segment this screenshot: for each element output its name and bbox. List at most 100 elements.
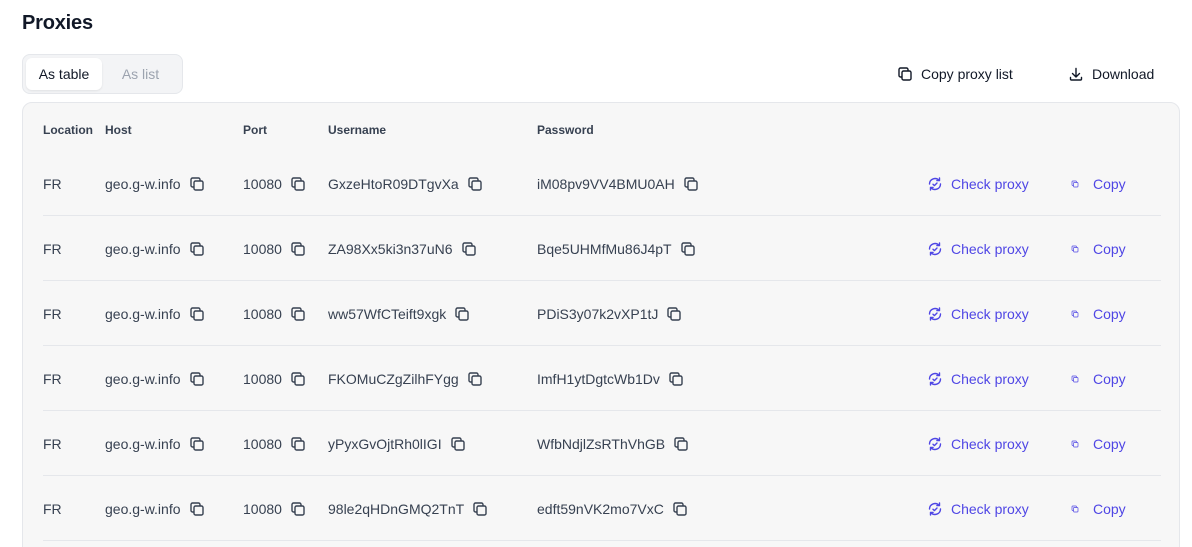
copy-label: Copy [1093,240,1126,257]
copy-host-icon[interactable] [189,241,205,257]
cell-port: 10080 [243,411,306,476]
username-value: 98le2qHDnGMQ2TnT [328,500,465,517]
cell-host: geo.g-w.info [105,411,205,476]
copy-username-icon[interactable] [467,176,483,192]
cell-host: geo.g-w.info [105,151,205,216]
copy-icon [1071,371,1087,387]
column-header-username: Username [328,123,387,137]
password-value: edft59nVK2mo7VxC [537,500,664,517]
copy-username-icon[interactable] [467,371,483,387]
copy-port-icon[interactable] [290,306,306,322]
refresh-check-icon [927,306,951,322]
check-proxy-button[interactable]: Check proxy [927,346,1029,411]
as-list-tab[interactable]: As list [102,58,179,90]
copy-password-icon[interactable] [673,436,689,452]
copy-username-icon[interactable] [461,241,477,257]
username-value: ZA98Xx5ki3n37uN6 [328,240,453,257]
refresh-check-icon [927,371,951,387]
copy-row-button[interactable]: Copy [1071,346,1126,411]
as-table-tab[interactable]: As table [26,58,102,90]
host-value: geo.g-w.info [105,500,181,517]
copy-password-icon[interactable] [672,501,688,517]
check-proxy-button[interactable]: Check proxy [927,151,1029,216]
page-title: Proxies [22,12,93,34]
copy-port-icon[interactable] [290,501,306,517]
refresh-check-icon [927,176,951,192]
copy-password-icon[interactable] [683,176,699,192]
cell-port: 10080 [243,151,306,216]
download-label: Download [1092,66,1155,82]
copy-host-icon[interactable] [189,436,205,452]
copy-label: Copy [1093,305,1126,322]
cell-username: yPyxGvOjtRh0lIGI [328,411,466,476]
username-value: ww57WfCTeift9xgk [328,305,447,322]
host-value: geo.g-w.info [105,305,181,322]
host-value: geo.g-w.info [105,435,181,452]
copy-icon [1071,176,1087,192]
port-value: 10080 [243,435,282,452]
table-row: FR geo.g-w.info 10080 FKOMuCZgZilhFYgg ImfH1… [43,346,1161,411]
password-value: Bqe5UHMfMu86J4pT [537,240,672,257]
copy-label: Copy [1093,435,1126,452]
copy-host-icon[interactable] [189,176,205,192]
cell-host: geo.g-w.info [105,281,205,346]
cell-location: FR [43,476,62,541]
refresh-check-icon [927,241,951,257]
copy-icon [1071,436,1087,452]
copy-port-icon[interactable] [290,371,306,387]
check-proxy-button[interactable]: Check proxy [927,411,1029,476]
password-value: iM08pv9VV4BMU0AH [537,175,675,192]
copy-username-icon[interactable] [450,436,466,452]
column-header-location: Location [43,123,93,137]
cell-port: 10080 [243,216,306,281]
copy-icon [1071,501,1087,517]
copy-row-button[interactable]: Copy [1071,216,1126,281]
cell-location: FR [43,216,62,281]
cell-username: ww57WfCTeift9xgk [328,281,470,346]
download-button[interactable]: Download [1068,64,1154,84]
cell-host: geo.g-w.info [105,346,205,411]
cell-location: FR [43,151,62,216]
cell-password: ImfH1ytDgtcWb1Dv [537,346,684,411]
check-proxy-label: Check proxy [951,500,1029,517]
copy-port-icon[interactable] [290,436,306,452]
copy-port-icon[interactable] [290,176,306,192]
copy-row-button[interactable]: Copy [1071,151,1126,216]
cell-password: iM08pv9VV4BMU0AH [537,151,699,216]
cell-password: Bqe5UHMfMu86J4pT [537,216,696,281]
copy-host-icon[interactable] [189,371,205,387]
cell-location: FR [43,281,62,346]
cell-username: 98le2qHDnGMQ2TnT [328,476,488,541]
copy-proxy-list-button[interactable]: Copy proxy list [897,64,1013,84]
cell-password: WfbNdjlZsRThVhGB [537,411,689,476]
location-value: FR [43,175,62,192]
refresh-check-icon [927,501,951,517]
copy-username-icon[interactable] [454,306,470,322]
check-proxy-label: Check proxy [951,240,1029,257]
copy-host-icon[interactable] [189,501,205,517]
cell-username: FKOMuCZgZilhFYgg [328,346,483,411]
table-row: FR geo.g-w.info 10080 GxzeHtoR09DTgvXa iM08p… [43,151,1161,216]
copy-host-icon[interactable] [189,306,205,322]
location-value: FR [43,305,62,322]
check-proxy-label: Check proxy [951,175,1029,192]
cell-port: 10080 [243,281,306,346]
copy-row-button[interactable]: Copy [1071,411,1126,476]
check-proxy-button[interactable]: Check proxy [927,281,1029,346]
port-value: 10080 [243,175,282,192]
table-row: FR geo.g-w.info 10080 ww57WfCTeift9xgk PDiS3… [43,281,1161,346]
copy-password-icon[interactable] [668,371,684,387]
check-proxy-button[interactable]: Check proxy [927,216,1029,281]
copy-username-icon[interactable] [472,501,488,517]
refresh-check-icon [927,436,951,452]
copy-row-button[interactable]: Copy [1071,476,1126,541]
copy-password-icon[interactable] [680,241,696,257]
cell-location: FR [43,346,62,411]
copy-password-icon[interactable] [666,306,682,322]
copy-row-button[interactable]: Copy [1071,281,1126,346]
username-value: GxzeHtoR09DTgvXa [328,175,459,192]
location-value: FR [43,240,62,257]
check-proxy-button[interactable]: Check proxy [927,476,1029,541]
copy-label: Copy [1093,500,1126,517]
copy-port-icon[interactable] [290,241,306,257]
